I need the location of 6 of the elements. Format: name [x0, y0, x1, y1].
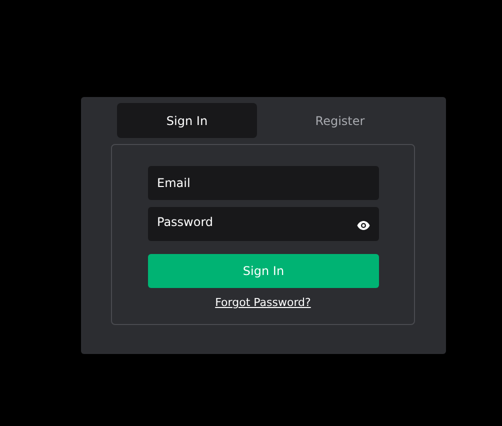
password-field[interactable]: Password [148, 207, 379, 241]
tab[interactable]: Register [270, 103, 410, 138]
tab[interactable]: Sign In [117, 103, 257, 138]
email-field[interactable]: Email [148, 166, 379, 200]
eye-icon[interactable] [357, 221, 370, 230]
forgot-password-link[interactable]: Forgot Password? [215, 296, 311, 309]
